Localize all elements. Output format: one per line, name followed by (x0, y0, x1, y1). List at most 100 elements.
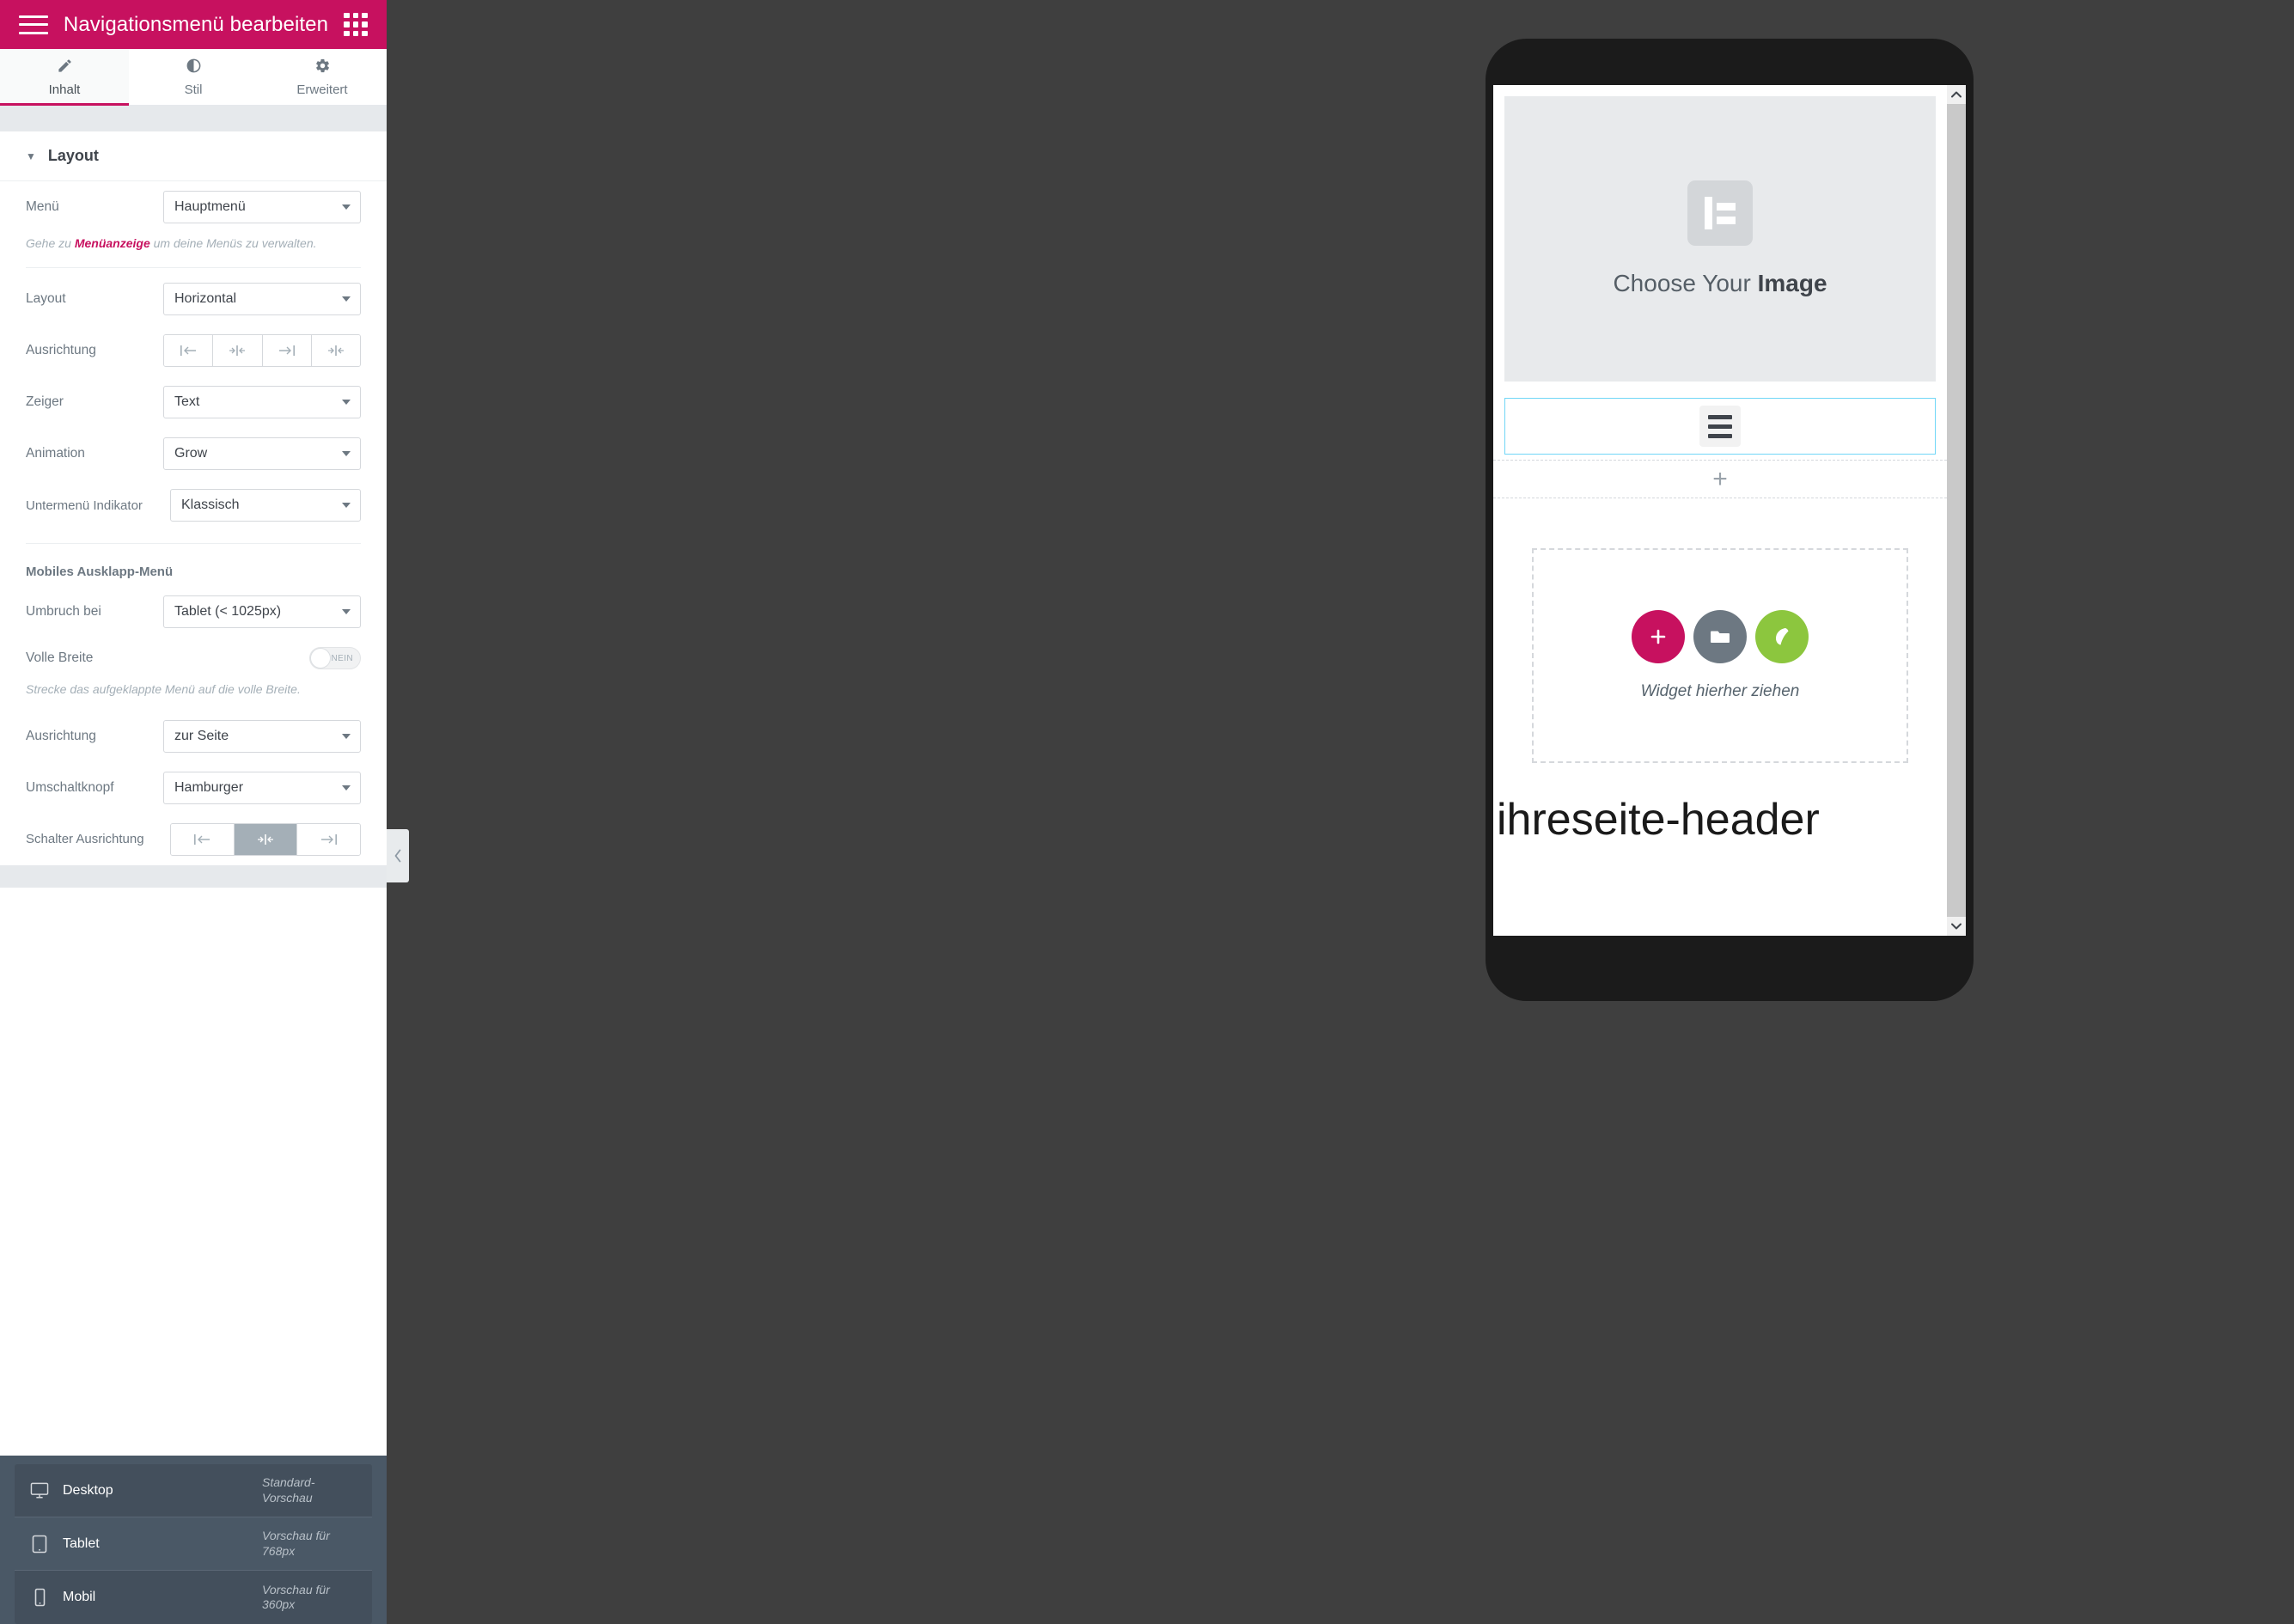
divider (26, 543, 361, 545)
menu-select[interactable]: Hauptmenü (163, 191, 361, 223)
align-right-icon[interactable] (297, 823, 360, 855)
chevron-down-icon (342, 609, 351, 615)
toggle-alignment-choices (170, 822, 361, 856)
submenu-indicator-select[interactable]: Klassisch (170, 489, 361, 522)
accordion-title: Layout (47, 147, 99, 164)
toggle-state-label: NEIN (331, 653, 353, 663)
align-right-icon[interactable] (262, 335, 312, 367)
device-name: Tablet (63, 1535, 100, 1551)
control-label: Schalter Ausrichtung (26, 832, 144, 847)
control-layout: Layout Horizontal (26, 273, 361, 325)
preview-scrollbar[interactable] (1947, 85, 1966, 936)
control-animation: Animation Grow (26, 428, 361, 479)
editor-sidebar-panel: Navigationsmenü bearbeiten Inhalt Stil E… (0, 0, 387, 1624)
pointer-select[interactable]: Text (163, 386, 361, 419)
pencil-icon (57, 58, 73, 77)
submenu-indicator-value: Klassisch (181, 498, 240, 513)
menu-hint-pre: Gehe zu (26, 236, 75, 250)
panel-collapse-handle[interactable] (387, 829, 409, 882)
control-alignment: Ausrichtung (26, 325, 361, 376)
tab-label: Erweitert (296, 82, 348, 97)
desktop-icon (28, 1482, 51, 1499)
chevron-down-icon: ▼ (26, 150, 36, 162)
control-breakpoint: Umbruch bei Tablet (< 1025px) (26, 586, 361, 638)
divider (26, 267, 361, 269)
hamburger-toggle-icon[interactable] (1699, 406, 1741, 447)
elementor-editor-root: Navigationsmenü bearbeiten Inhalt Stil E… (0, 0, 2294, 1624)
toggle-knob (310, 648, 331, 669)
page-title: Navigationsmenü bearbeiten (63, 12, 329, 36)
drop-zone-hint: Widget hierher ziehen (1640, 682, 1800, 700)
image-placeholder-widget[interactable]: Choose Your Image (1504, 96, 1936, 382)
align-justify-icon[interactable] (311, 335, 360, 367)
control-submenu-indicator: Untermenü Indikator Klassisch (26, 479, 361, 531)
breakpoint-select[interactable]: Tablet (< 1025px) (163, 595, 361, 629)
device-name: Mobil (63, 1590, 96, 1604)
device-note: Vorschau für 360px (262, 1582, 330, 1612)
chevron-down-icon (342, 205, 351, 210)
device-note: Standard-Vorschau (262, 1475, 315, 1505)
control-mobile-alignment: Ausrichtung zur Seite (26, 711, 361, 762)
control-toggle-button: Umschaltknopf Hamburger (26, 762, 361, 814)
add-section-button[interactable]: + (1493, 460, 1947, 498)
add-widget-icon[interactable] (1632, 610, 1685, 663)
breakpoint-select-value: Tablet (< 1025px) (174, 604, 282, 620)
full-width-toggle[interactable]: NEIN (309, 647, 361, 670)
mobile-alignment-select[interactable]: zur Seite (163, 719, 361, 753)
chevron-down-icon (342, 400, 351, 406)
chevron-down-icon (342, 733, 351, 739)
align-center-icon[interactable] (213, 335, 263, 367)
control-label: Animation (26, 446, 85, 461)
control-label: Menü (26, 199, 59, 214)
animation-select[interactable]: Grow (163, 437, 361, 471)
tablet-icon (28, 1535, 51, 1554)
widget-drop-zone[interactable]: Widget hierher ziehen (1532, 548, 1908, 763)
control-full-width: Volle Breite NEIN (26, 638, 361, 679)
preview-page-title: ihreseite-header (1497, 795, 1820, 845)
choose-image-plain: Choose Your (1613, 270, 1758, 296)
folder-template-icon[interactable] (1693, 610, 1747, 663)
align-left-icon[interactable] (164, 335, 214, 367)
preview-viewport: Choose Your Image + Widget hierher ziehe… (1493, 85, 1966, 936)
layout-select[interactable]: Horizontal (163, 283, 361, 316)
mobile-group-title: Mobiles Ausklapp-Menü (26, 565, 174, 580)
control-label: Layout (26, 291, 66, 307)
tab-inhalt[interactable]: Inhalt (0, 49, 129, 106)
tab-erweitert[interactable]: Erweitert (258, 49, 387, 105)
chevron-down-icon[interactable] (1947, 917, 1966, 936)
control-toggle-alignment: Schalter Ausrichtung (26, 814, 361, 865)
alignment-choices (163, 334, 361, 368)
contrast-icon (186, 58, 202, 77)
nav-menu-widget[interactable] (1504, 398, 1936, 455)
accordion-layout[interactable]: ▼ Layout (0, 131, 387, 181)
gear-icon (314, 58, 331, 77)
chevron-up-icon[interactable] (1947, 85, 1966, 104)
control-label: Ausrichtung (26, 343, 96, 358)
control-label: Untermenü Indikator (26, 498, 143, 513)
layout-controls: Menü Hauptmenü Gehe zu Menüanzeige um de… (0, 181, 387, 865)
tab-stil[interactable]: Stil (129, 49, 258, 105)
control-label: Volle Breite (26, 650, 94, 666)
device-row-mobil[interactable]: Mobil Vorschau für 360px (15, 1571, 372, 1624)
scrollbar-thumb[interactable] (1947, 104, 1966, 578)
animation-select-value: Grow (174, 446, 208, 461)
device-note: Vorschau für 768px (262, 1529, 330, 1558)
tab-label: Inhalt (48, 82, 81, 97)
control-label: Ausrichtung (26, 728, 96, 743)
device-name: Desktop (63, 1482, 113, 1498)
device-row-desktop[interactable]: Desktop Standard-Vorschau (15, 1464, 372, 1517)
choose-image-bold: Image (1757, 270, 1827, 296)
menuanzeige-link[interactable]: Menüanzeige (75, 236, 150, 250)
mobile-alignment-value: zur Seite (174, 728, 229, 743)
menu-hint: Gehe zu Menüanzeige um deine Menüs zu ve… (26, 233, 361, 264)
align-center-icon[interactable] (234, 823, 298, 855)
device-row-tablet[interactable]: Tablet Vorschau für 768px (15, 1517, 372, 1571)
align-left-icon[interactable] (171, 823, 235, 855)
tab-label: Stil (184, 82, 203, 97)
apps-grid-icon[interactable] (344, 12, 368, 37)
toggle-button-value: Hamburger (174, 779, 244, 795)
leaf-icon[interactable] (1755, 610, 1809, 663)
chevron-down-icon (342, 503, 351, 509)
toggle-button-select[interactable]: Hamburger (163, 771, 361, 804)
hamburger-icon[interactable] (19, 15, 48, 34)
